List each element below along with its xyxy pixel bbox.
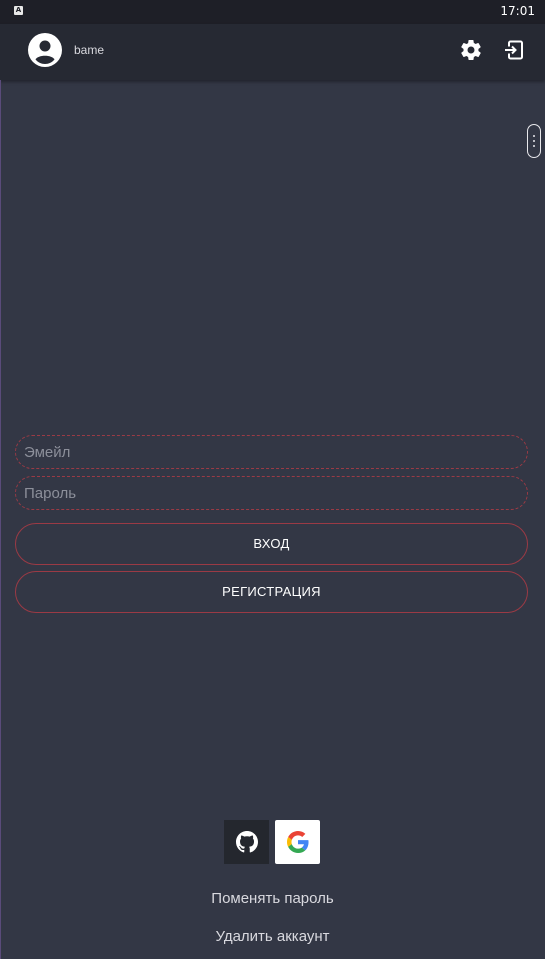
- gear-icon: [461, 40, 481, 61]
- login-button[interactable]: ВХОД: [15, 523, 528, 565]
- status-time: 17:01: [500, 4, 535, 18]
- delete-account-link[interactable]: Удалить аккаунт: [0, 928, 545, 945]
- password-field[interactable]: [15, 476, 528, 510]
- google-login-button[interactable]: [275, 820, 320, 864]
- register-button[interactable]: РЕГИСТРАЦИЯ: [15, 571, 528, 613]
- github-login-button[interactable]: [224, 820, 269, 864]
- email-input[interactable]: [16, 436, 527, 468]
- logout-button[interactable]: [502, 38, 526, 62]
- password-input[interactable]: [16, 477, 527, 509]
- change-password-link[interactable]: Поменять пароль: [0, 890, 545, 907]
- github-icon: [235, 831, 258, 853]
- status-app-icon: A: [14, 6, 23, 15]
- status-bar: A 17:01: [0, 0, 545, 24]
- avatar-icon[interactable]: [28, 33, 62, 67]
- google-icon: [286, 831, 309, 853]
- top-bar: bame: [0, 24, 545, 80]
- left-edge-line: [0, 80, 1, 959]
- logout-icon: [505, 40, 523, 60]
- settings-button[interactable]: [459, 38, 483, 62]
- email-field[interactable]: [15, 435, 528, 469]
- username-label: bame: [74, 43, 105, 57]
- overflow-menu-handle[interactable]: [527, 124, 541, 158]
